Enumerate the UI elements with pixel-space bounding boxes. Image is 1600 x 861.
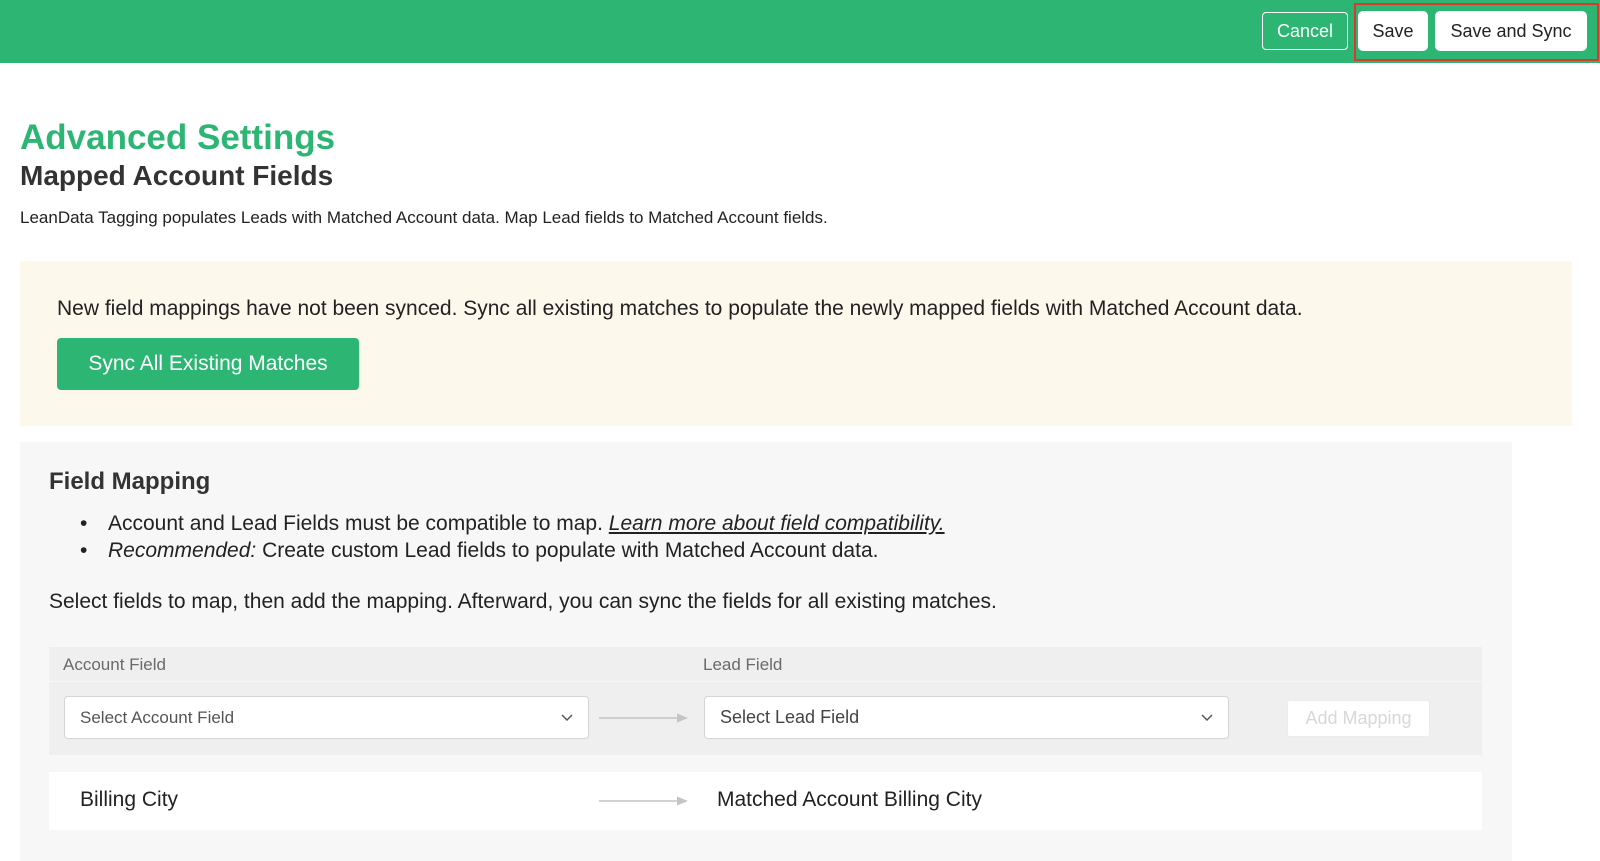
- right-arrow-icon: [599, 713, 688, 723]
- recommendation-text: Create custom Lead fields to populate wi…: [256, 539, 879, 562]
- field-mapping-notes: Account and Lead Fields must be compatib…: [80, 510, 945, 564]
- new-mapping-row: Select Account Field Select Lead Field A…: [49, 682, 1482, 755]
- top-action-bar: Cancel Save Save and Sync: [0, 0, 1600, 63]
- lead-field-header: Lead Field: [703, 655, 783, 674]
- compatibility-note-text: Account and Lead Fields must be compatib…: [108, 512, 609, 535]
- account-field-select[interactable]: Select Account Field: [64, 696, 589, 739]
- recommendation-note: Recommended: Create custom Lead fields t…: [80, 537, 945, 564]
- page-title: Advanced Settings: [20, 118, 336, 157]
- lead-field-select[interactable]: Select Lead Field: [704, 696, 1229, 739]
- chevron-down-icon: [1201, 714, 1213, 722]
- account-field-select-value: Select Account Field: [80, 707, 235, 727]
- mapping-instructions: Select fields to map, then add the mappi…: [49, 590, 997, 613]
- mapping-column-headers: Account Field Lead Field: [49, 647, 1482, 681]
- field-mapping-panel: Field Mapping Account and Lead Fields mu…: [20, 442, 1512, 861]
- account-field-header: Account Field: [63, 655, 166, 674]
- field-compatibility-link[interactable]: Learn more about field compatibility.: [609, 512, 945, 535]
- save-button[interactable]: Save: [1358, 11, 1428, 51]
- mapping-row: Billing City Matched Account Billing Cit…: [49, 772, 1482, 830]
- page-description: LeanData Tagging populates Leads with Ma…: [20, 208, 828, 227]
- lead-field-select-value: Select Lead Field: [720, 707, 860, 727]
- cancel-button[interactable]: Cancel: [1262, 12, 1348, 50]
- field-mapping-heading: Field Mapping: [49, 468, 211, 495]
- compatibility-note: Account and Lead Fields must be compatib…: [80, 510, 945, 537]
- right-arrow-icon: [599, 796, 688, 806]
- mapped-lead-field: Matched Account Billing City: [717, 788, 982, 811]
- sync-all-existing-matches-button[interactable]: Sync All Existing Matches: [57, 338, 359, 390]
- recommended-label: Recommended:: [108, 539, 257, 562]
- chevron-down-icon: [561, 714, 573, 722]
- sync-notice-text: New field mappings have not been synced.…: [57, 297, 1303, 320]
- sync-notice-banner: New field mappings have not been synced.…: [20, 261, 1572, 426]
- page-subtitle: Mapped Account Fields: [20, 160, 334, 191]
- mapped-account-field: Billing City: [80, 788, 179, 811]
- save-and-sync-button[interactable]: Save and Sync: [1435, 11, 1587, 51]
- add-mapping-button[interactable]: Add Mapping: [1287, 700, 1430, 737]
